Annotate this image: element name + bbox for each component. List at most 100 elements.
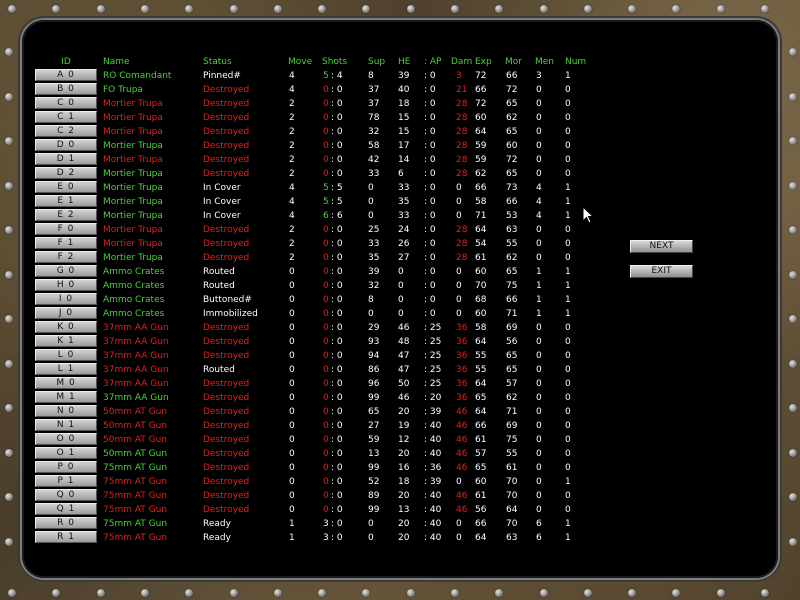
unit-exp: 65 bbox=[475, 463, 487, 473]
unit-status: Destroyed bbox=[203, 463, 250, 473]
unit-dam: 0 bbox=[456, 267, 462, 277]
exit-button[interactable]: EXIT bbox=[630, 265, 693, 278]
unit-id-button[interactable]: A 0 bbox=[35, 69, 97, 81]
unit-name: FO Trupa bbox=[103, 85, 143, 95]
unit-id-button[interactable]: F 1 bbox=[35, 237, 97, 249]
unit-shots-max: : 0 bbox=[331, 169, 343, 179]
unit-id-button[interactable]: O 1 bbox=[35, 447, 97, 459]
unit-num: 1 bbox=[565, 71, 571, 81]
unit-shots-remaining: 0 bbox=[323, 141, 329, 151]
unit-ap: : 40 bbox=[424, 491, 442, 501]
unit-men: 0 bbox=[536, 169, 542, 179]
unit-num: 0 bbox=[565, 393, 571, 403]
unit-id-button[interactable]: P 0 bbox=[35, 461, 97, 473]
unit-ap: : 0 bbox=[424, 309, 436, 319]
unit-mor: 66 bbox=[506, 71, 518, 81]
unit-name: Mortier Trupa bbox=[103, 183, 163, 193]
unit-id-button[interactable]: Q 1 bbox=[35, 503, 97, 515]
unit-id-button[interactable]: K 0 bbox=[35, 321, 97, 333]
unit-move: 0 bbox=[289, 323, 295, 333]
next-button[interactable]: NEXT bbox=[630, 240, 693, 253]
rivet bbox=[761, 5, 769, 13]
table-row: C 0 Mortier Trupa Destroyed 2 0: 0 37 18: 0 28 7… bbox=[0, 97, 800, 111]
unit-dam: 36 bbox=[456, 365, 468, 375]
unit-id-button[interactable]: P 1 bbox=[35, 475, 97, 487]
unit-id-button[interactable]: L 0 bbox=[35, 349, 97, 361]
unit-men: 4 bbox=[536, 211, 542, 221]
unit-exp: 61 bbox=[475, 491, 487, 501]
unit-exp: 66 bbox=[475, 183, 487, 193]
unit-sup: 29 bbox=[368, 323, 380, 333]
unit-shots-remaining: 0 bbox=[323, 421, 329, 431]
unit-sup: 42 bbox=[368, 155, 380, 165]
unit-dam: 46 bbox=[456, 407, 468, 417]
unit-id-button[interactable]: G 0 bbox=[35, 265, 97, 277]
unit-id-button[interactable]: R 0 bbox=[35, 517, 97, 529]
unit-id-button[interactable]: R 1 bbox=[35, 531, 97, 543]
unit-name: Mortier Trupa bbox=[103, 141, 163, 151]
unit-id-button[interactable]: N 0 bbox=[35, 405, 97, 417]
table-row: F 0 Mortier Trupa Destroyed 2 0: 0 25 24: 0 28 6… bbox=[0, 223, 800, 237]
unit-shots-remaining: 0 bbox=[323, 365, 329, 375]
unit-id-button[interactable]: B 0 bbox=[35, 83, 97, 95]
table-row: L 0 37mm AA Gun Destroyed 0 0: 0 94 47: 25 36 55… bbox=[0, 349, 800, 363]
unit-id-button[interactable]: H 0 bbox=[35, 279, 97, 291]
col-header-move: Move bbox=[288, 57, 313, 67]
unit-name: 37mm AA Gun bbox=[103, 393, 169, 403]
unit-id-button[interactable]: M 1 bbox=[35, 391, 97, 403]
unit-id-button[interactable]: E 1 bbox=[35, 195, 97, 207]
unit-he: 20 bbox=[398, 519, 410, 529]
unit-name: Mortier Trupa bbox=[103, 127, 163, 137]
col-header-sup: Sup bbox=[368, 57, 386, 67]
unit-shots-max: : 5 bbox=[331, 197, 343, 207]
unit-exp: 64 bbox=[475, 127, 487, 137]
unit-id-button[interactable]: C 2 bbox=[35, 125, 97, 137]
unit-name: 37mm AA Gun bbox=[103, 365, 169, 375]
unit-status: Destroyed bbox=[203, 225, 250, 235]
unit-num: 0 bbox=[565, 155, 571, 165]
unit-men: 0 bbox=[536, 477, 542, 487]
table-row: Q 1 75mm AT Gun Destroyed 0 0: 0 99 13: 40 46 56… bbox=[0, 503, 800, 517]
unit-ap: : 39 bbox=[424, 477, 442, 487]
unit-id-button[interactable]: D 2 bbox=[35, 167, 97, 179]
unit-id-button[interactable]: C 1 bbox=[35, 111, 97, 123]
unit-id-button[interactable]: F 0 bbox=[35, 223, 97, 235]
unit-men: 6 bbox=[536, 519, 542, 529]
unit-id-button[interactable]: D 1 bbox=[35, 153, 97, 165]
unit-move: 2 bbox=[289, 141, 295, 151]
table-row: K 0 37mm AA Gun Destroyed 0 0: 0 29 46: 25 36 58… bbox=[0, 321, 800, 335]
unit-he: 35 bbox=[398, 197, 410, 207]
unit-id-button[interactable]: I 0 bbox=[35, 293, 97, 305]
unit-dam: 28 bbox=[456, 141, 468, 151]
unit-id-button[interactable]: J 0 bbox=[35, 307, 97, 319]
unit-num: 0 bbox=[565, 449, 571, 459]
unit-exp: 60 bbox=[475, 267, 487, 277]
unit-name: Mortier Trupa bbox=[103, 211, 163, 221]
unit-status: Destroyed bbox=[203, 127, 250, 137]
unit-id-button[interactable]: K 1 bbox=[35, 335, 97, 347]
unit-he: 18 bbox=[398, 99, 410, 109]
unit-id-button[interactable]: N 1 bbox=[35, 419, 97, 431]
unit-id-button[interactable]: C 0 bbox=[35, 97, 97, 109]
unit-status: Destroyed bbox=[203, 407, 250, 417]
rivet bbox=[672, 5, 680, 13]
unit-id-button[interactable]: D 0 bbox=[35, 139, 97, 151]
unit-id-button[interactable]: E 2 bbox=[35, 209, 97, 221]
unit-id-button[interactable]: Q 0 bbox=[35, 489, 97, 501]
unit-num: 1 bbox=[565, 211, 571, 221]
unit-num: 0 bbox=[565, 169, 571, 179]
unit-id-button[interactable]: O 0 bbox=[35, 433, 97, 445]
unit-mor: 69 bbox=[506, 421, 518, 431]
unit-dam: 28 bbox=[456, 225, 468, 235]
unit-id-button[interactable]: L 1 bbox=[35, 363, 97, 375]
rivet bbox=[274, 5, 282, 13]
unit-men: 1 bbox=[536, 295, 542, 305]
unit-status: Routed bbox=[203, 267, 235, 277]
unit-exp: 61 bbox=[475, 253, 487, 263]
unit-id-button[interactable]: M 0 bbox=[35, 377, 97, 389]
rivet bbox=[495, 589, 503, 597]
unit-id-button[interactable]: E 0 bbox=[35, 181, 97, 193]
unit-status: Pinned# bbox=[203, 71, 241, 81]
unit-id-button[interactable]: F 2 bbox=[35, 251, 97, 263]
rivet bbox=[52, 589, 60, 597]
